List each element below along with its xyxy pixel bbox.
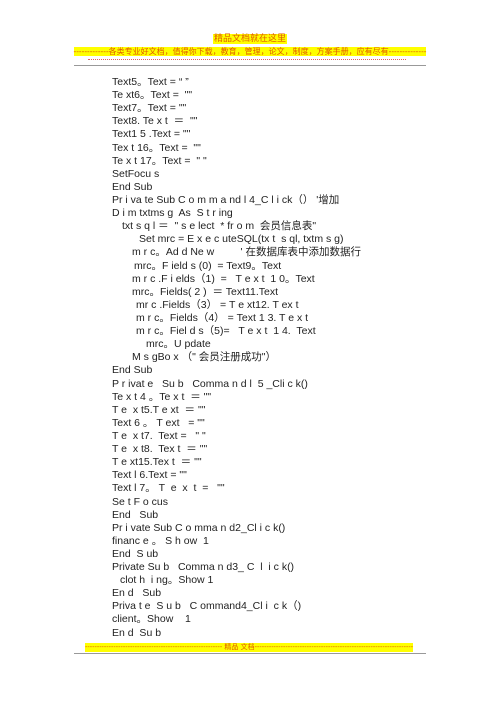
code-line: mr c .Fields（3） = T e xt12. T ex t: [136, 298, 299, 311]
header-subtitle-text: -------------各类专业好文档，值得你下载，教育，管理，论文，制度，方…: [73, 47, 427, 56]
code-line: M s gBo x （" 会员注册成功"）: [132, 351, 276, 364]
dotted-divider: [88, 59, 406, 60]
code-line: P r ivat e Su b Comma n d l 5 _Cli c k(): [112, 377, 308, 390]
code-line: Text8. Te x t ＝ "": [112, 115, 198, 128]
code-line: End Sub: [112, 508, 159, 521]
code-line: Text1 5 .Text = "": [112, 128, 191, 141]
code-line: Text5。Text = “ ”: [112, 76, 189, 88]
code-line: m r c。Fiel d s（5)= T e x t 1 4. Text: [136, 325, 316, 338]
code-line: client。Show 1: [112, 613, 191, 626]
code-line: mrc。Fields( 2 ) ＝ Text11.Text: [132, 285, 279, 298]
code-line: clot h i ng。Show 1: [120, 574, 214, 587]
code-line: Te xt6。Text = "": [112, 89, 193, 102]
header-subtitle: -------------各类专业好文档，值得你下载，教育，管理，论文，制度，方…: [0, 46, 500, 57]
code-line: m r c。Ad d Ne w ' 在数据库表中添加数据行: [132, 246, 361, 259]
code-line: Set mrc = E x e c uteSQL(tx t s ql, txtm…: [139, 233, 344, 246]
code-line: m r c。Fields（4） = Text 1 3. T e x t: [136, 311, 309, 324]
code-line: Text7。Text = "": [112, 102, 187, 115]
header-rule: [74, 65, 426, 66]
code-line: Text l 6.Text = "": [112, 469, 187, 482]
code-line: En d Sub: [112, 587, 162, 600]
code-line: T e xt15.Tex t ＝ "": [112, 456, 202, 469]
code-line: mrc。U pdate: [146, 338, 211, 351]
code-line: T e x t5.T e xt ＝ "": [112, 403, 206, 416]
code-line: End S ub: [112, 547, 159, 560]
code-body: Text5。Text = “ ” Te xt6。Text = "" Text7。Te…: [112, 76, 432, 640]
code-line: txt s q l ＝ " s e lect * fr o m 会员信息表": [122, 220, 317, 233]
header-title: 精品文档就在这里: [0, 34, 500, 45]
code-line: End Sub: [112, 364, 153, 377]
code-line: Pr i vate Sub C o mma n d2_Cl i c k(): [112, 521, 286, 534]
code-line: D i m txtms g As S t r ing: [112, 207, 233, 220]
code-line: SetFocu s: [112, 167, 160, 180]
code-line: financ e 。 S h ow 1: [112, 534, 209, 547]
code-line: T e x t8. Tex t ＝ "": [112, 443, 208, 456]
code-line: Tex t 16。Text = "": [112, 141, 201, 154]
code-line: Text 6 。 T ext = "": [112, 416, 205, 429]
footer-rule: [74, 653, 426, 654]
code-line: T e x t7. Text = " ": [112, 429, 206, 442]
code-line: Te x t 4 。Te x t ＝ "": [112, 390, 212, 403]
code-line: mrc。F ield s (0) = Text9。Text: [134, 259, 282, 272]
code-line: Private Su b Comma n d3_ C l i c k(): [112, 561, 295, 574]
header-title-text: 精品文档就在这里: [212, 34, 287, 44]
footer-banner: ----------------------------------------…: [85, 643, 413, 652]
code-line: End Sub: [112, 180, 153, 193]
code-line: Pr i va te Sub C o m m a nd l 4_C l i ck…: [112, 193, 340, 206]
code-line: En d Su b: [112, 626, 162, 639]
code-line: Se t F o cus: [112, 495, 169, 508]
code-line: Priva t e S u b C ommand4_Cl i c k（): [112, 600, 302, 613]
code-line: Te x t 17。Text = " ": [112, 154, 207, 167]
code-line: m r c .F i elds（1) = T e x t 1 0。Text: [132, 272, 315, 285]
code-line: Text l 7。 T e x t = "": [112, 482, 225, 495]
